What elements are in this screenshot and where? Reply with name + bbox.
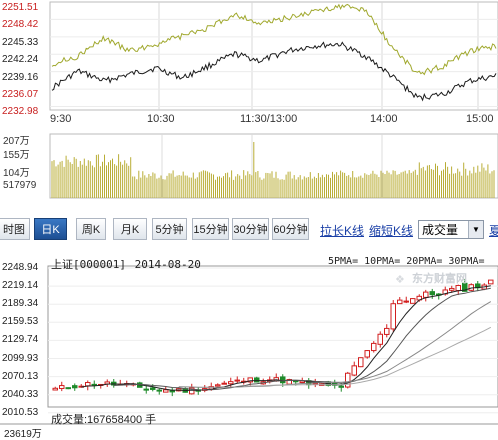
candle-body (234, 379, 240, 382)
ma-legend-item: 5PMA= (328, 256, 359, 267)
candle-body (228, 381, 234, 385)
volume-tick-label: 104万 (3, 168, 30, 179)
candle-body (280, 376, 286, 384)
kline-bottom-tick: 23619万 (4, 429, 42, 440)
stock-date: 2014-08-20 (134, 258, 201, 271)
candle-body (91, 383, 97, 386)
candle-body (72, 385, 78, 389)
candle-body (156, 389, 162, 392)
kline-price-tick: 2129.74 (2, 334, 39, 346)
candle-body (215, 384, 221, 387)
tab-30min[interactable]: 30分钟 (232, 218, 269, 240)
volume-panel: 207万 155万 104万 517979 (0, 132, 498, 216)
price-tick-label: 2232.98 (2, 106, 39, 118)
kline-panel: 东方财富网 (0, 244, 498, 434)
candle-body (52, 387, 58, 391)
kline-price-tick: 2219.14 (2, 280, 39, 292)
indicator-select[interactable]: 成交量 ▼ (418, 220, 484, 239)
tab-5min[interactable]: 5分钟 (152, 218, 187, 240)
time-tick-label: 9:30 (50, 113, 72, 125)
candle-body (345, 372, 351, 388)
kline-price-tick: 2099.93 (2, 352, 39, 364)
candle-body (455, 285, 461, 292)
candle-body (423, 291, 429, 298)
ma-legend-item: 20PMA= (406, 256, 443, 267)
time-tick-label: 10:30 (147, 113, 175, 125)
shrink-k-link[interactable]: 缩短K线 (369, 222, 413, 239)
watermark-text: 东方财富网 (412, 271, 467, 285)
candle-body (429, 291, 435, 296)
indicator-select-value: 成交量 (422, 223, 459, 237)
stock-label: 上证[000001] 2014-08-20 (51, 256, 201, 272)
price-tick-label: 2242.24 (2, 54, 39, 66)
kline-price-tick: 2040.33 (2, 388, 39, 400)
kline-chart: 东方财富网 (0, 265, 498, 425)
candle-body (397, 299, 403, 305)
price-tick-label: 2245.33 (2, 36, 39, 48)
kline-price-tick: 2189.34 (2, 298, 39, 310)
candle-body (390, 303, 396, 330)
ma-legend-item: 30PMA= (448, 256, 485, 267)
price-tick-label: 2236.07 (2, 89, 39, 100)
chevron-down-icon: ▼ (468, 221, 483, 238)
candle-body (59, 385, 65, 389)
candle-body (358, 357, 364, 368)
kline-price-tick: 2159.53 (2, 316, 39, 328)
volume-tick-label: 207万 (3, 136, 30, 147)
time-tick-label: 15:00 (466, 113, 494, 125)
watermark-logo: ❖ (395, 274, 405, 286)
candle-body (338, 385, 344, 388)
candle-body (410, 298, 416, 304)
price-tick-label: 2248.42 (2, 19, 39, 31)
kline-volume-label: 成交量:167658400 手 (51, 414, 157, 426)
kline-price-tick: 2010.53 (2, 406, 39, 418)
candle-body (254, 377, 260, 383)
stretch-k-link[interactable]: 拉长K线 (320, 222, 364, 239)
candle-body (65, 387, 71, 390)
stock-code: 上证[000001] (51, 258, 126, 271)
candle-body (488, 279, 494, 285)
candle-body (143, 388, 149, 391)
price-tick-label: 2239.16 (2, 71, 39, 83)
candle-body (221, 382, 227, 385)
volume-tick-label: 517979 (3, 180, 37, 191)
ma-legend-item: 10PMA= (364, 256, 401, 267)
tab-daily-k[interactable]: 日K (34, 218, 67, 240)
chart-toolbar: 时图 日K 周K 月K 5分钟 15分钟 30分钟 60分钟 拉长K线 缩短K线… (0, 218, 498, 244)
volume-chart (49, 133, 498, 199)
volume-tick-label: 155万 (3, 150, 30, 161)
candle-body (377, 333, 383, 345)
time-tick-label: 11:30/13:00 (240, 113, 298, 125)
candle-body (351, 365, 357, 376)
candle-body (364, 350, 370, 358)
intraday-panel: 2251.51 2248.42 2245.33 2242.24 2239.16 2236.… (0, 0, 498, 132)
candle-body (384, 327, 390, 335)
candle-body (449, 287, 455, 291)
tab-monthly-k[interactable]: 月K (113, 218, 147, 240)
candle-body (403, 300, 409, 303)
time-tick-label: 14:00 (370, 113, 398, 125)
candle-body (150, 387, 156, 390)
tab-weekly-k[interactable]: 周K (76, 218, 106, 240)
ma-legend: 5PMA= 10PMA= 20PMA= 30PMA= (328, 256, 490, 267)
price-tick-label: 2251.51 (2, 2, 39, 13)
candle-body (163, 389, 169, 393)
kline-price-tick: 2248.94 (2, 262, 39, 273)
tab-time-chart[interactable]: 时图 (0, 218, 30, 240)
candle-body (371, 342, 377, 352)
edge-link[interactable]: 夏 (489, 222, 498, 239)
tab-60min[interactable]: 60分钟 (272, 218, 309, 240)
kline-price-tick: 2070.13 (2, 370, 39, 382)
candle-body (85, 382, 91, 387)
tab-15min[interactable]: 15分钟 (192, 218, 229, 240)
